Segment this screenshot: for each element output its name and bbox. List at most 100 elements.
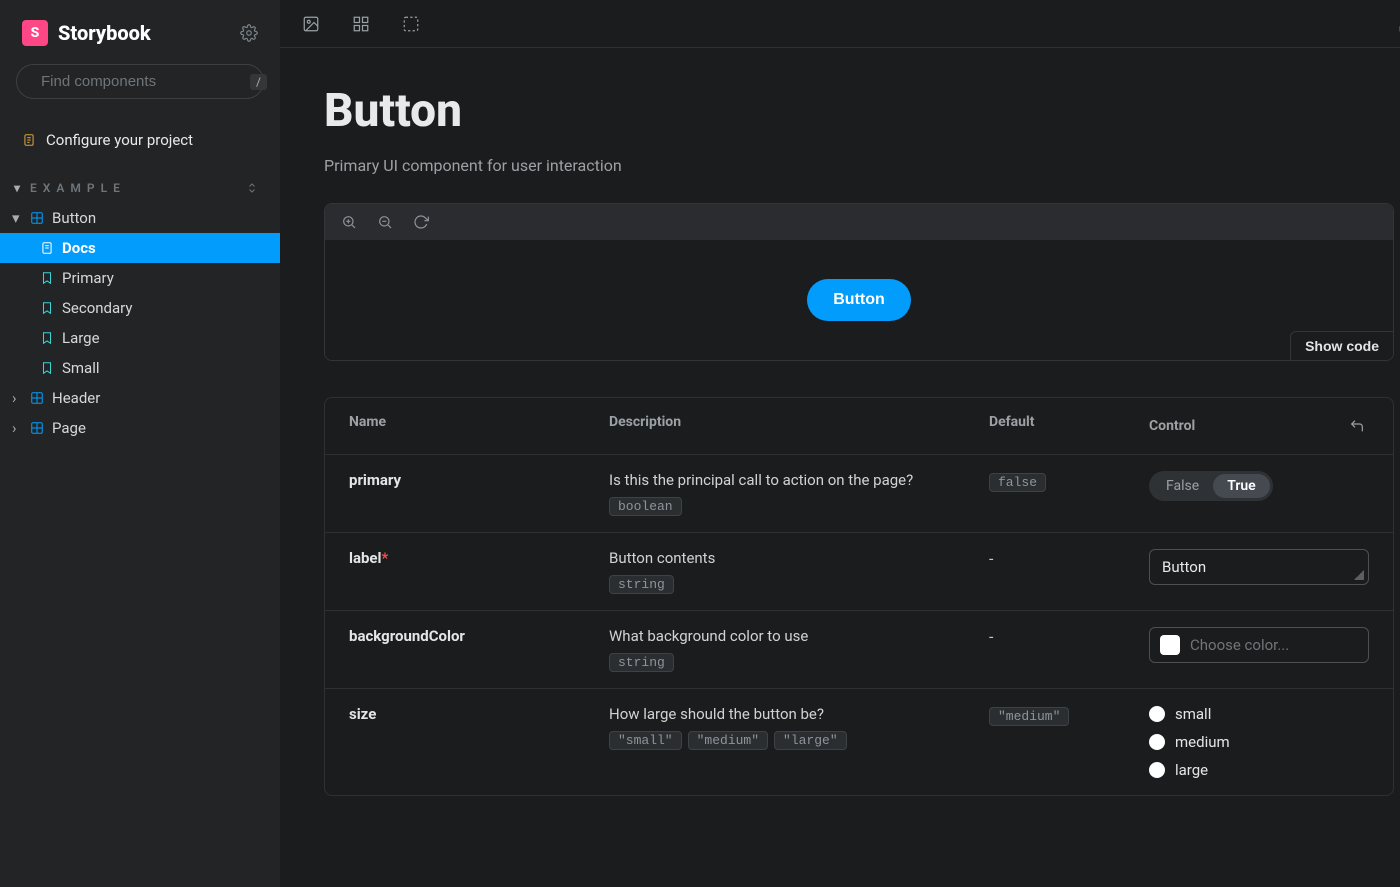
- chevron-right-icon: ›: [12, 389, 22, 407]
- default-chip: false: [989, 473, 1046, 492]
- radio-dot-icon: [1149, 734, 1165, 750]
- type-chip: "small": [609, 731, 682, 750]
- radio-label: small: [1175, 705, 1211, 723]
- arg-name: size: [349, 705, 609, 723]
- zoom-out-button[interactable]: [377, 214, 393, 230]
- col-description: Description: [609, 414, 989, 430]
- search-input[interactable]: [41, 73, 240, 90]
- color-control[interactable]: Choose color...: [1149, 627, 1369, 663]
- tree-item-small[interactable]: Small: [0, 353, 280, 383]
- show-code-button[interactable]: Show code: [1290, 331, 1393, 360]
- main: Button Primary UI component for user int…: [280, 0, 1400, 887]
- brand-name: Storybook: [58, 21, 151, 45]
- tree-label: Secondary: [62, 299, 132, 317]
- component-icon: [30, 391, 44, 405]
- arg-description: Is this the principal call to action on …: [609, 471, 989, 516]
- color-swatch-icon: [1160, 635, 1180, 655]
- configure-project-link[interactable]: Configure your project: [0, 123, 280, 157]
- component-icon: [30, 211, 44, 225]
- args-row: backgroundColorWhat background color to …: [325, 610, 1393, 688]
- demo-button[interactable]: Button: [807, 279, 911, 321]
- type-chip: string: [609, 575, 674, 594]
- bookmark-icon: [40, 331, 54, 345]
- tree-item-button[interactable]: ▾ Button: [0, 203, 280, 233]
- settings-button[interactable]: [240, 24, 258, 42]
- sidebar-tree: ▾ Button Docs Primary Secondary Large Sm…: [0, 203, 280, 443]
- arg-name: primary: [349, 471, 609, 489]
- args-row: primaryIs this the principal call to act…: [325, 455, 1393, 532]
- bookmark-icon: [40, 361, 54, 375]
- tree-label: Small: [62, 359, 100, 377]
- tree-item-secondary[interactable]: Secondary: [0, 293, 280, 323]
- reset-controls-button[interactable]: [1345, 414, 1369, 438]
- bookmark-icon: [40, 301, 54, 315]
- document-icon: [22, 133, 36, 147]
- tree-label: Button: [52, 209, 96, 227]
- component-icon: [30, 421, 44, 435]
- arg-default: -: [989, 627, 1149, 646]
- radio-option[interactable]: large: [1149, 761, 1369, 779]
- chevron-right-icon: ›: [12, 419, 22, 437]
- zoom-reset-button[interactable]: [413, 214, 429, 230]
- grid-icon: [352, 15, 370, 33]
- tree-item-header[interactable]: › Header: [0, 383, 280, 413]
- radio-option[interactable]: small: [1149, 705, 1369, 723]
- arg-control: small medium large: [1149, 705, 1369, 779]
- radio-dot-icon: [1149, 706, 1165, 722]
- toggle-true[interactable]: True: [1213, 474, 1270, 498]
- tree-item-page[interactable]: › Page: [0, 413, 280, 443]
- tree-item-docs[interactable]: Docs: [0, 233, 280, 263]
- preview-canvas: Button Show code: [325, 240, 1393, 360]
- tree-label: Page: [52, 419, 86, 437]
- boolean-toggle[interactable]: FalseTrue: [1149, 471, 1273, 501]
- radio-label: medium: [1175, 733, 1230, 751]
- tree-label: Docs: [62, 239, 96, 257]
- brand[interactable]: S Storybook: [22, 20, 151, 46]
- docs-content: Button Primary UI component for user int…: [280, 48, 1400, 887]
- arg-name: label*: [349, 549, 609, 567]
- zoom-in-button[interactable]: [341, 214, 357, 230]
- arg-control: Choose color...: [1149, 627, 1369, 663]
- col-default: Default: [989, 414, 1149, 430]
- fullscreen-button[interactable]: [1394, 11, 1400, 37]
- group-text: EXAMPLE: [30, 181, 126, 195]
- type-chip: "medium": [688, 731, 768, 750]
- zoom-out-icon: [377, 214, 393, 230]
- color-placeholder: Choose color...: [1190, 636, 1289, 654]
- chevron-down-icon: ▾: [14, 181, 24, 195]
- gear-icon: [240, 24, 258, 42]
- args-row: label*Button contentsstring-Button: [325, 532, 1393, 610]
- radio-option[interactable]: medium: [1149, 733, 1369, 751]
- zoom-in-icon: [341, 214, 357, 230]
- args-row: sizeHow large should the button be?"smal…: [325, 688, 1393, 795]
- outline-addon-button[interactable]: [398, 11, 424, 37]
- search-shortcut: /: [250, 74, 267, 90]
- image-icon: [302, 15, 320, 33]
- image-addon-button[interactable]: [298, 11, 324, 37]
- expand-collapse-icon[interactable]: [246, 182, 258, 194]
- tree-label: Large: [62, 329, 100, 347]
- args-table-header: Name Description Default Control: [325, 398, 1393, 455]
- tree-item-primary[interactable]: Primary: [0, 263, 280, 293]
- toolbar: [280, 0, 1400, 48]
- radio-label: large: [1175, 761, 1208, 779]
- arg-default: false: [989, 471, 1149, 492]
- type-chip: string: [609, 653, 674, 672]
- grid-addon-button[interactable]: [348, 11, 374, 37]
- brand-logo-icon: S: [22, 20, 48, 46]
- search-field[interactable]: /: [16, 64, 264, 99]
- bookmark-icon: [40, 271, 54, 285]
- arg-default: "medium": [989, 705, 1149, 726]
- radio-dot-icon: [1149, 762, 1165, 778]
- text-control[interactable]: Button: [1149, 549, 1369, 585]
- tree-item-large[interactable]: Large: [0, 323, 280, 353]
- type-chip: "large": [774, 731, 847, 750]
- col-name: Name: [349, 414, 609, 430]
- arg-description: What background color to usestring: [609, 627, 989, 672]
- tree-label: Header: [52, 389, 100, 407]
- undo-icon: [1349, 418, 1365, 434]
- col-control: Control: [1149, 418, 1195, 434]
- sidebar-group-label[interactable]: ▾ EXAMPLE: [0, 169, 280, 203]
- toggle-false[interactable]: False: [1152, 474, 1213, 498]
- page-subtitle: Primary UI component for user interactio…: [324, 156, 1394, 175]
